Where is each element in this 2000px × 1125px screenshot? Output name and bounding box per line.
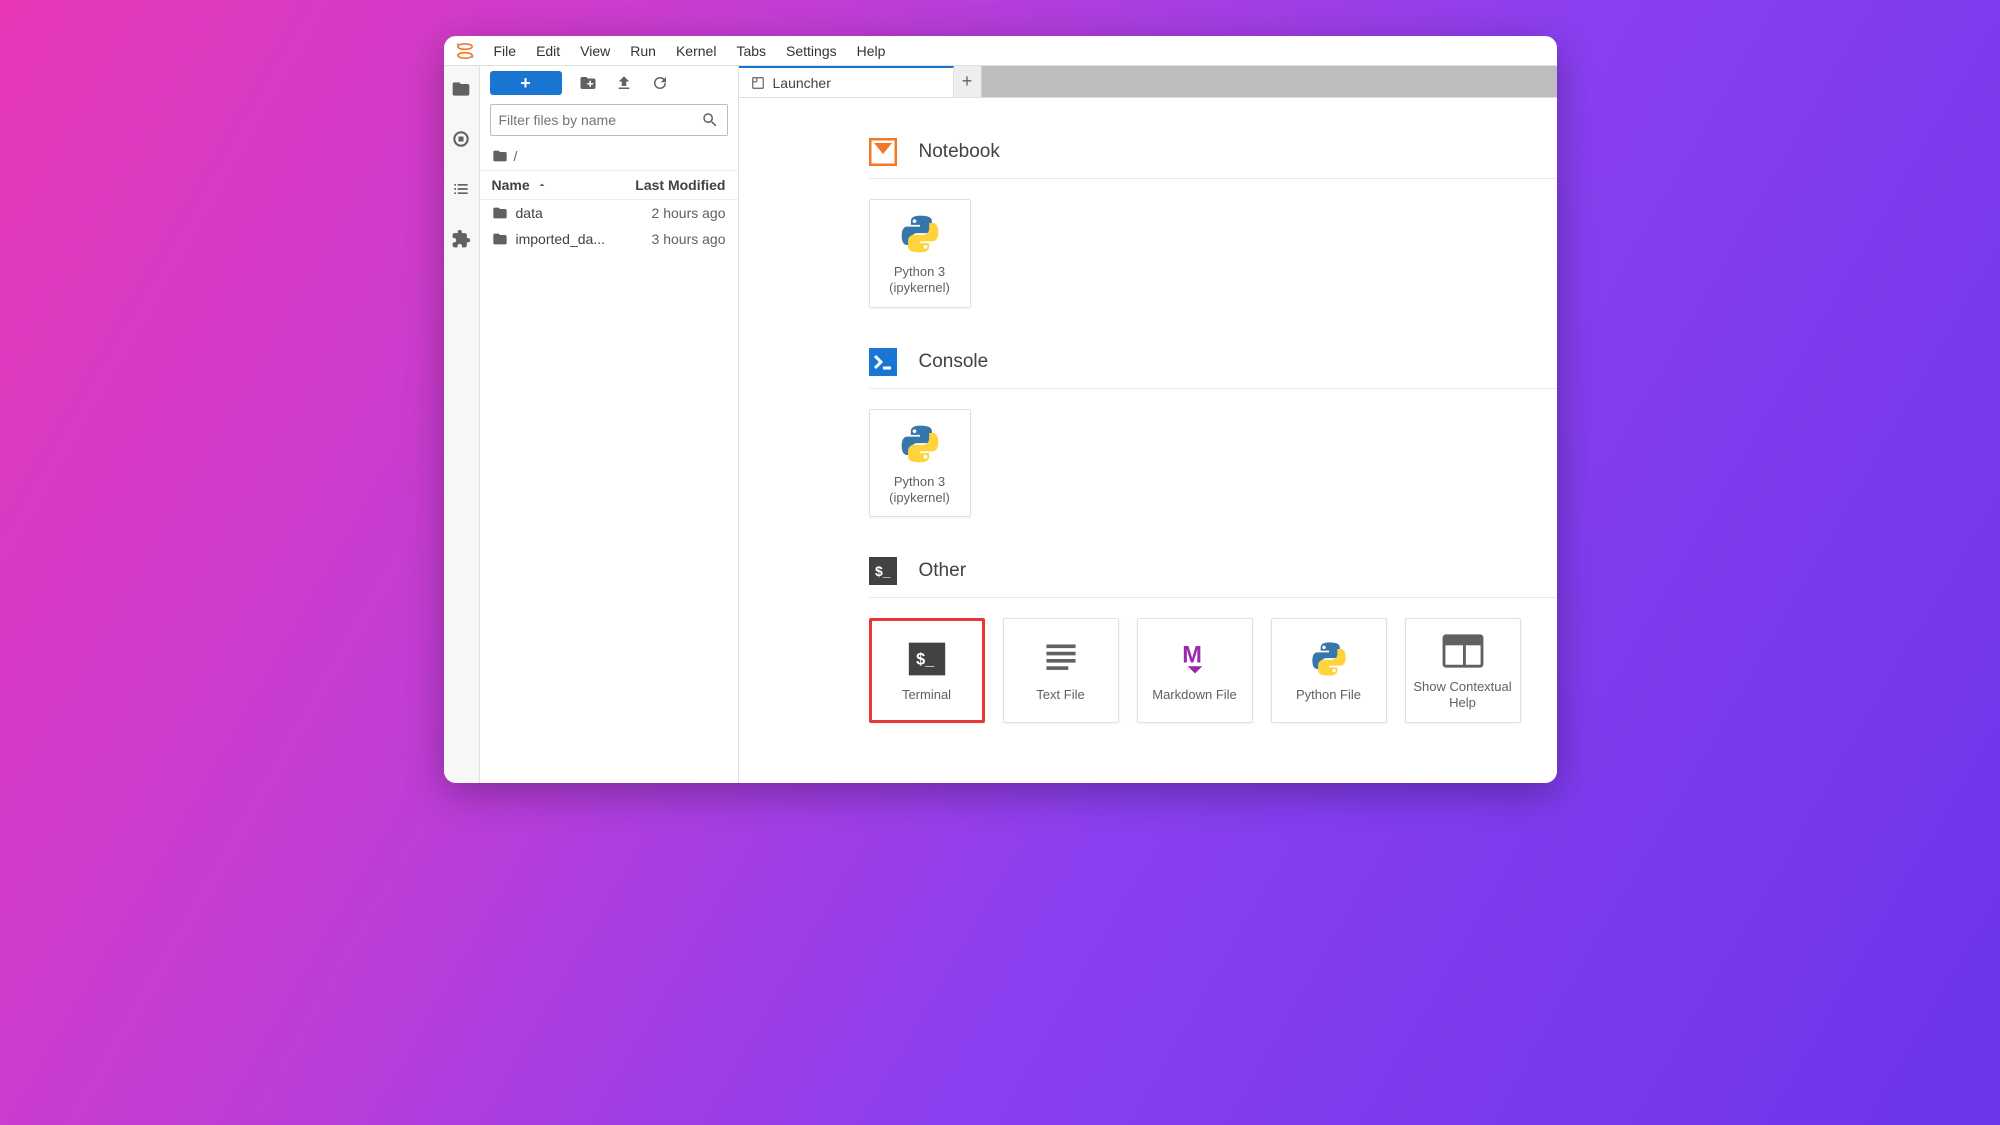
sort-asc-icon — [536, 179, 548, 191]
python-icon — [898, 212, 942, 256]
menu-kernel[interactable]: Kernel — [666, 39, 726, 63]
card-markdown-file[interactable]: M Markdown File — [1137, 618, 1253, 723]
card-terminal[interactable]: $_ Terminal — [869, 618, 985, 723]
breadcrumb-path: / — [514, 148, 518, 164]
filter-input[interactable] — [499, 112, 701, 128]
body: + / Name — [444, 66, 1557, 783]
section-title: Console — [919, 351, 989, 373]
svg-text:M: M — [1182, 643, 1202, 669]
folder-icon — [492, 231, 508, 247]
card-sublabel: (ipykernel) — [889, 490, 950, 505]
section-other: $_ Other $_ Terminal — [869, 557, 1557, 723]
file-browser: + / Name — [480, 66, 739, 783]
folder-icon — [492, 148, 508, 164]
menu-edit[interactable]: Edit — [526, 39, 570, 63]
contextual-help-icon — [1441, 631, 1485, 671]
svg-text:$_: $_ — [916, 651, 935, 669]
tabbar: Launcher + — [739, 66, 1557, 98]
card-text-file[interactable]: Text File — [1003, 618, 1119, 723]
card-python-file[interactable]: Python File — [1271, 618, 1387, 723]
app-window: File Edit View Run Kernel Tabs Settings … — [444, 36, 1557, 783]
card-contextual-help[interactable]: Show Contextual Help — [1405, 618, 1521, 723]
file-toolbar: + — [480, 66, 738, 100]
tab-title: Launcher — [773, 75, 831, 91]
python-icon — [1307, 639, 1351, 679]
section-notebook: Notebook — [869, 138, 1557, 308]
extensions-tab-icon[interactable] — [450, 228, 472, 250]
notebook-section-icon — [869, 138, 897, 166]
running-tab-icon[interactable] — [450, 128, 472, 150]
launcher-tab-icon — [751, 76, 765, 90]
main-panel: Launcher + Notebook — [739, 66, 1557, 783]
new-tab-button[interactable]: + — [954, 66, 982, 97]
card-console-python3[interactable]: Python 3 (ipykernel) — [869, 409, 971, 518]
python-icon — [898, 422, 942, 466]
launcher: Notebook — [739, 98, 1557, 783]
menu-view[interactable]: View — [570, 39, 620, 63]
card-label: Python 3 — [894, 474, 945, 489]
file-modified: 2 hours ago — [616, 205, 726, 221]
left-iconbar — [444, 66, 480, 783]
menu-settings[interactable]: Settings — [776, 39, 847, 63]
card-label: Show Contextual Help — [1412, 679, 1514, 712]
menu-file[interactable]: File — [484, 39, 527, 63]
card-label: Markdown File — [1152, 687, 1237, 703]
file-name: data — [516, 205, 543, 221]
file-list-header: Name Last Modified — [480, 170, 738, 200]
folder-icon — [492, 205, 508, 221]
card-label: Python File — [1296, 687, 1361, 703]
svg-text:$_: $_ — [875, 563, 891, 579]
upload-icon[interactable] — [614, 73, 634, 93]
toc-tab-icon[interactable] — [450, 178, 472, 200]
files-tab-icon[interactable] — [450, 78, 472, 100]
menu-run[interactable]: Run — [620, 39, 666, 63]
terminal-icon: $_ — [905, 639, 949, 679]
other-section-icon: $_ — [869, 557, 897, 585]
search-icon — [701, 111, 719, 129]
breadcrumb[interactable]: / — [480, 142, 738, 170]
filter-box — [490, 104, 728, 136]
refresh-icon[interactable] — [650, 73, 670, 93]
file-modified: 3 hours ago — [616, 231, 726, 247]
file-row[interactable]: data 2 hours ago — [480, 200, 738, 226]
menu-help[interactable]: Help — [847, 39, 896, 63]
section-console: Console — [869, 348, 1557, 518]
text-file-icon — [1039, 639, 1083, 679]
tab-launcher[interactable]: Launcher — [739, 66, 954, 97]
console-section-icon — [869, 348, 897, 376]
col-name[interactable]: Name — [492, 177, 616, 193]
menubar: File Edit View Run Kernel Tabs Settings … — [444, 36, 1557, 66]
section-title: Other — [919, 560, 967, 582]
jupyter-logo-icon — [454, 40, 476, 62]
card-label: Python 3 — [894, 264, 945, 279]
card-label: Text File — [1036, 687, 1084, 703]
new-folder-icon[interactable] — [578, 73, 598, 93]
new-launcher-button[interactable]: + — [490, 71, 562, 95]
markdown-icon: M — [1173, 639, 1217, 679]
col-modified[interactable]: Last Modified — [616, 177, 726, 193]
file-name: imported_da... — [516, 231, 606, 247]
card-sublabel: (ipykernel) — [889, 280, 950, 295]
menu-tabs[interactable]: Tabs — [726, 39, 776, 63]
card-label: Terminal — [902, 687, 951, 703]
card-notebook-python3[interactable]: Python 3 (ipykernel) — [869, 199, 971, 308]
file-row[interactable]: imported_da... 3 hours ago — [480, 226, 738, 252]
section-title: Notebook — [919, 141, 1000, 163]
